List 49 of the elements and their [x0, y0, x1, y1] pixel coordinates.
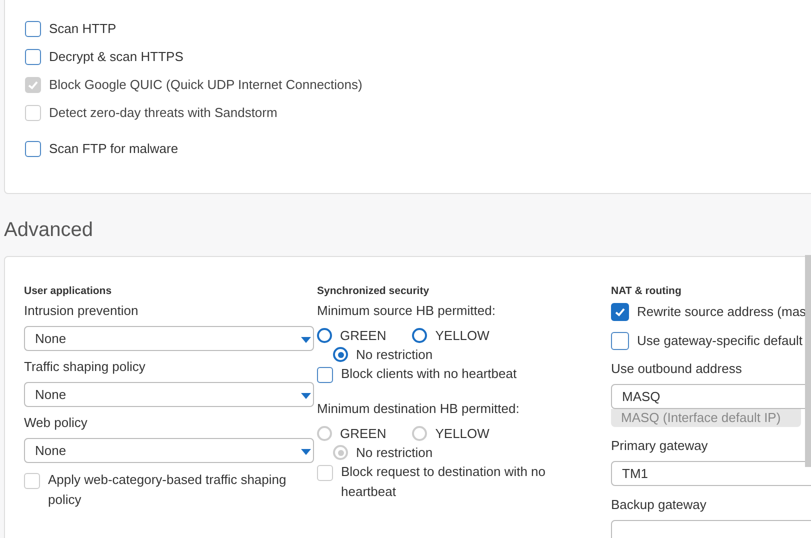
radio-label: No restriction [356, 347, 433, 362]
checkbox-label: Scan HTTP [49, 21, 116, 36]
check-icon [27, 78, 39, 90]
section-title: Advanced [4, 219, 94, 243]
checkbox-label: Decrypt & scan HTTPS [49, 49, 184, 64]
caret-icon [301, 449, 311, 455]
field-label: Minimum destination HB permitted: [317, 401, 520, 418]
radio-label: GREEN [340, 328, 386, 343]
checkbox-label: Block Google QUIC (Quick UDP Internet Connections) [49, 77, 362, 92]
radio-button[interactable] [333, 347, 348, 362]
column-heading: Synchronized security [317, 285, 430, 297]
dropdown[interactable]: None [24, 382, 314, 407]
radio-button[interactable] [412, 328, 428, 343]
checkbox[interactable] [25, 20, 41, 36]
caret-icon [301, 393, 311, 399]
field-label: Minimum source HB permitted: [317, 303, 496, 320]
field-label: Web policy [24, 415, 88, 432]
checkbox-label: Apply web-category-based traffic shaping policy [48, 471, 288, 509]
dropdown[interactable] [611, 520, 811, 538]
checkbox-label: Block clients with no heartbeat [341, 365, 517, 383]
dropdown[interactable]: None [24, 438, 314, 463]
column-heading: NAT & routing [611, 285, 682, 297]
field-label: Backup gateway [611, 497, 708, 514]
check-icon [614, 306, 626, 318]
caret-icon [301, 337, 311, 343]
checkbox[interactable] [317, 367, 333, 383]
checkbox-label: Block request to destination with no heartbeat [341, 463, 547, 501]
checkbox-label: Scan FTP for malware [49, 141, 178, 156]
checkbox-label: Detect zero-day threats with Sandstorm [49, 105, 278, 120]
column-heading: User applications [24, 285, 113, 297]
radio-label: GREEN [340, 426, 386, 441]
radio-button[interactable] [317, 328, 332, 343]
radio-label: YELLOW [435, 328, 490, 343]
checkbox-label: Use gateway-specific default [637, 333, 802, 348]
field-label: Traffic shaping policy [24, 359, 146, 376]
scrollbar[interactable] [805, 255, 811, 467]
field-label: Primary gateway [611, 438, 709, 455]
checkbox[interactable] [25, 140, 41, 156]
checkbox-label: Rewrite source address (mas [637, 304, 806, 319]
checkbox[interactable] [25, 48, 41, 64]
radio-label: No restriction [356, 445, 433, 460]
checkbox[interactable] [611, 302, 629, 320]
dropdown[interactable]: TM1 [611, 461, 811, 486]
radio-label: YELLOW [435, 426, 490, 441]
field-hint: MASQ (Interface default IP) [611, 409, 801, 427]
field-label: Use outbound address [611, 361, 743, 378]
dropdown[interactable]: None [24, 326, 314, 351]
checkbox[interactable] [611, 332, 629, 350]
field-label: Intrusion prevention [24, 303, 140, 320]
